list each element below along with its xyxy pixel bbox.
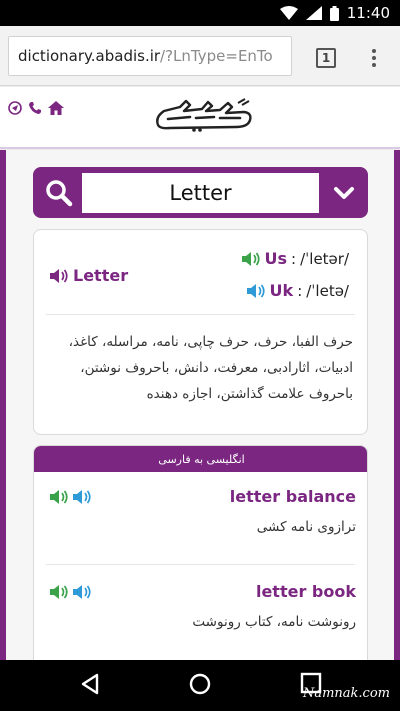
browser-menu-button[interactable] [366,44,382,72]
word-title: Letter [73,266,129,285]
url-host: dictionary.abadis.ir [18,47,161,65]
home-button-icon[interactable] [188,672,212,696]
chevron-down-icon[interactable] [331,180,357,206]
entry-title[interactable]: letter balance [230,487,356,506]
page-frame-right [394,150,400,670]
pronunciation-uk: Uk : /ˈletə/ [246,281,349,300]
speaker-icon[interactable] [72,489,92,505]
related-words-card: انگلیسی به فارسی letter balance ترازوی ن… [33,445,368,675]
search-icon[interactable] [43,177,75,209]
list-item[interactable]: letter balance ترازوی نامه کشی [34,476,367,566]
speaker-icon[interactable] [49,584,69,600]
search-bar [33,167,368,218]
battery-icon [329,5,339,21]
entry-meaning: رونوشت نامه، کتاب رونوشت [192,614,356,630]
search-input[interactable] [82,173,319,213]
tab-switcher-button[interactable]: 1 [316,48,336,68]
pronunciation-separator: : [291,249,297,268]
send-icon[interactable] [8,101,22,115]
url-field[interactable]: dictionary.abadis.ir/?LnType=EnTo [8,36,292,76]
site-header [0,87,400,149]
word-card: Letter Us : /ˈletər/ Uk : /ˈletə/ حرف ال… [33,229,368,435]
entry-title[interactable]: letter book [256,582,356,601]
menu-dot-icon [372,63,376,67]
speaker-icon[interactable] [49,268,69,284]
speaker-icon[interactable] [49,489,69,505]
list-item[interactable]: letter book رونوشت نامه، کتاب رونوشت [34,571,367,661]
abadis-logo[interactable] [150,95,256,135]
divider [46,314,355,315]
home-icon[interactable] [48,101,64,115]
signal-icon [305,6,322,20]
word-heading: Letter [49,266,128,285]
pronunciation-separator: : [297,281,303,300]
word-meaning: حرف الفبا، حرف، حرف چاپی، نامه، مراسله، … [68,334,353,402]
section-header: انگلیسی به فارسی [34,446,367,472]
divider [46,564,355,565]
pronunciation-text: /ˈletə/ [306,281,349,300]
menu-dot-icon [372,49,376,53]
menu-dot-icon [372,56,376,60]
speaker-icon[interactable] [246,283,266,299]
status-bar: 11:40 [0,0,400,26]
speaker-icon[interactable] [72,584,92,600]
wifi-icon [279,6,298,20]
pronunciation-text: /ˈletər/ [300,249,349,268]
watermark: Namnak.com [302,686,390,701]
browser-toolbar: dictionary.abadis.ir/?LnType=EnTo [0,26,400,86]
url-path: /?LnType=EnTo [160,47,273,65]
speaker-icon[interactable] [241,251,261,267]
status-time: 11:40 [346,4,390,22]
pronunciation-us: Us : /ˈletər/ [241,249,349,268]
system-nav-bar: Namnak.com [0,660,400,711]
pronunciation-label: Us [264,249,288,268]
phone-icon[interactable] [28,101,42,115]
entry-meaning: ترازوی نامه کشی [256,519,356,535]
pronunciation-label: Uk [269,281,294,300]
back-icon[interactable] [79,672,101,696]
